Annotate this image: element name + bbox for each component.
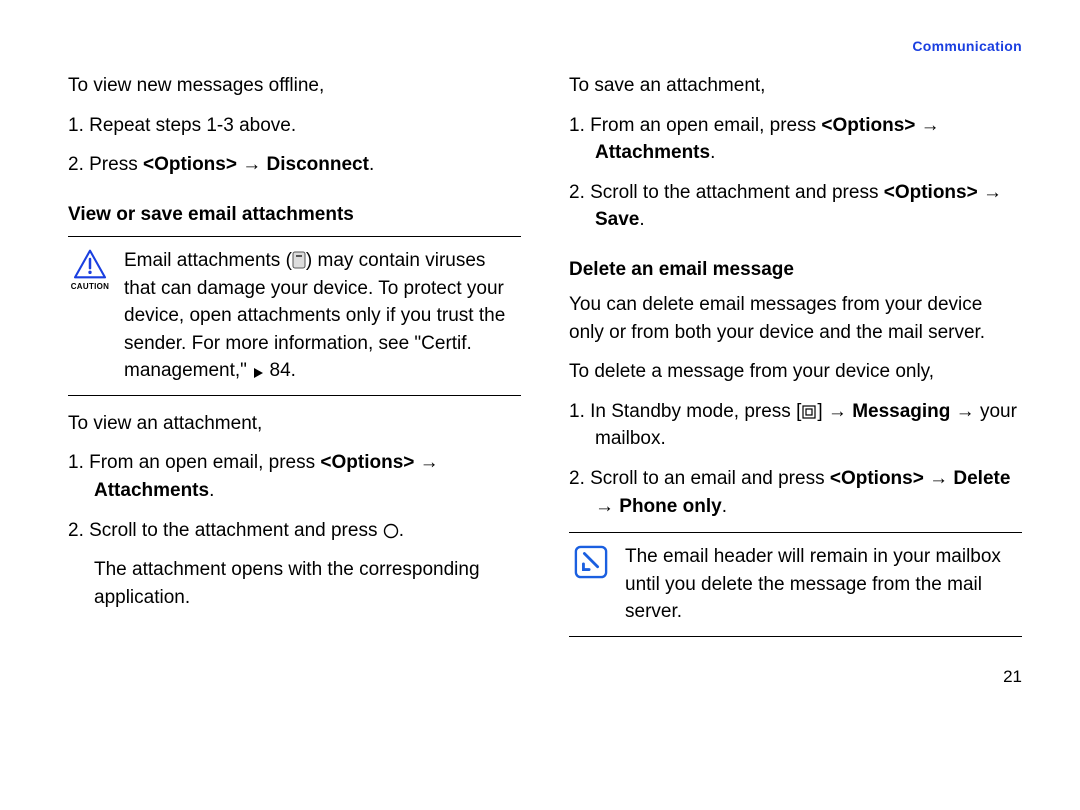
offline-step2: 2. Press <Options> → Disconnect. — [68, 151, 521, 179]
delete-step2: 2. Scroll to an email and press <Options… — [569, 465, 1022, 520]
delete-label: Delete — [953, 468, 1010, 489]
options-key: <Options> — [143, 154, 237, 175]
messaging-label: Messaging — [852, 401, 950, 422]
text: . — [209, 480, 214, 501]
options-key: <Options> — [830, 468, 924, 489]
text: 1. From an open email, press — [569, 115, 821, 136]
note-text: The email header will remain in your mai… — [625, 543, 1022, 626]
arrow: → — [414, 452, 438, 473]
divider — [569, 532, 1022, 533]
arrow: → — [595, 496, 619, 517]
attachments-label: Attachments — [94, 480, 209, 501]
caution-icon: CAUTION — [68, 247, 112, 293]
text: 1. In Standby mode, press [ — [569, 401, 801, 422]
save-intro: To save an attachment, — [569, 72, 1022, 100]
delete-step1: 1. In Standby mode, press [ ] → Messaging… — [569, 398, 1022, 453]
save-step1: 1. From an open email, press <Options> →… — [569, 112, 1022, 167]
caution-label: CAUTION — [71, 281, 110, 293]
view-step2: 2. Scroll to the attachment and press . — [68, 517, 521, 545]
text: . — [722, 496, 727, 517]
heading-view-save: View or save email attachments — [68, 201, 521, 229]
arrow: → — [978, 182, 1002, 203]
view-result: The attachment opens with the correspond… — [68, 556, 521, 611]
save-step2: 2. Scroll to the attachment and press <O… — [569, 179, 1022, 234]
view-step1: 1. From an open email, press <Options> →… — [68, 449, 521, 504]
arrow: → — [924, 468, 954, 489]
arrow: → — [915, 115, 939, 136]
text: . — [710, 142, 715, 163]
options-key: <Options> — [821, 115, 915, 136]
view-intro: To view an attachment, — [68, 410, 521, 438]
delete-condition: To delete a message from your device onl… — [569, 358, 1022, 386]
left-column: To view new messages offline, 1. Repeat … — [68, 72, 521, 643]
text: . — [399, 520, 404, 541]
divider — [68, 395, 521, 396]
note-icon — [569, 543, 613, 579]
text: 2. Scroll to an email and press — [569, 468, 830, 489]
xref-arrow-icon — [252, 367, 264, 379]
offline-step1: 1. Repeat steps 1-3 above. — [68, 112, 521, 140]
text: . — [639, 209, 644, 230]
text: . — [369, 154, 374, 175]
text: 2. Press — [68, 154, 143, 175]
menu-key-icon — [801, 404, 817, 420]
page-number: 21 — [68, 667, 1022, 687]
options-key: <Options> — [884, 182, 978, 203]
arrow: → — [950, 401, 980, 422]
note-callout: The email header will remain in your mai… — [569, 539, 1022, 630]
options-key: <Options> — [320, 452, 414, 473]
arrow: → — [237, 154, 267, 175]
select-circle-icon — [383, 523, 399, 539]
caution-callout: CAUTION Email attachments () may contain… — [68, 243, 521, 389]
divider — [68, 236, 521, 237]
text: ] → — [817, 401, 852, 422]
caution-text: Email attachments () may contain viruses… — [124, 247, 521, 385]
text: 2. Scroll to the attachment and press — [569, 182, 884, 203]
save-label: Save — [595, 209, 639, 230]
disconnect-label: Disconnect — [267, 154, 369, 175]
heading-delete: Delete an email message — [569, 256, 1022, 284]
delete-intro: You can delete email messages from your … — [569, 291, 1022, 346]
attachments-label: Attachments — [595, 142, 710, 163]
divider — [569, 636, 1022, 637]
text: 1. From an open email, press — [68, 452, 320, 473]
text: Email attachments ( — [124, 250, 292, 271]
attachment-glyph-icon — [292, 251, 306, 269]
right-column: To save an attachment, 1. From an open e… — [569, 72, 1022, 643]
section-header: Communication — [68, 38, 1022, 54]
text: 2. Scroll to the attachment and press — [68, 520, 383, 541]
offline-intro: To view new messages offline, — [68, 72, 521, 100]
xref-page: 84. — [264, 360, 296, 381]
phone-only-label: Phone only — [619, 496, 721, 517]
